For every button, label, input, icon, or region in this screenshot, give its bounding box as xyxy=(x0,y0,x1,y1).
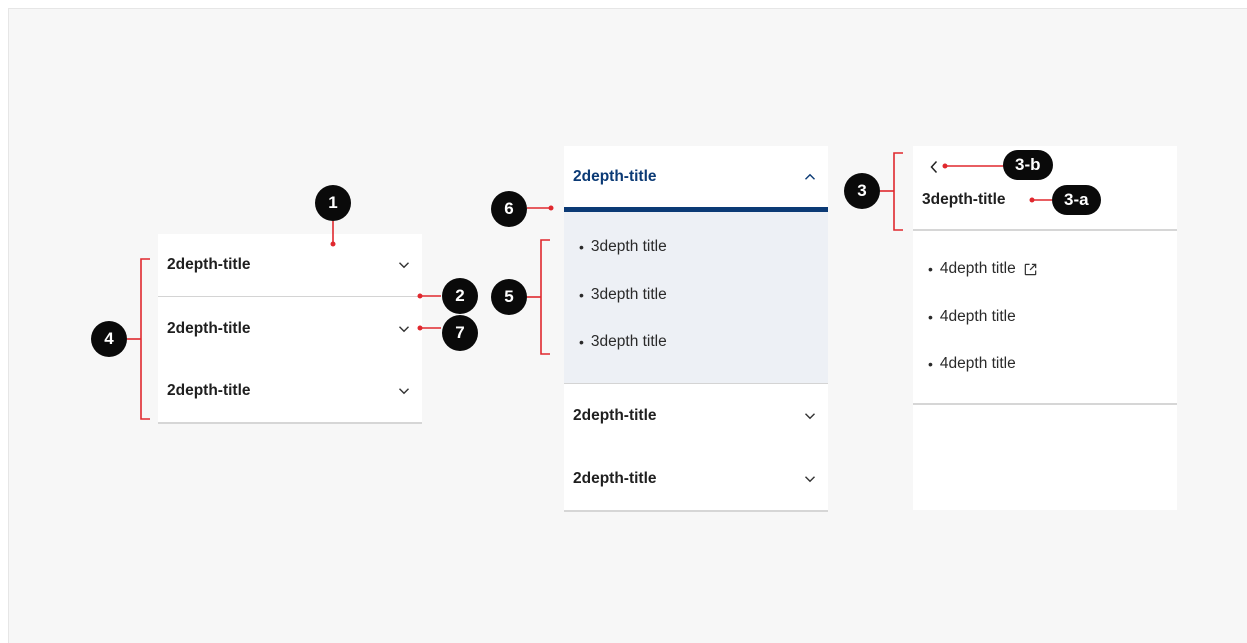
panel-bottom-divider xyxy=(564,510,828,512)
list-bottom-divider xyxy=(913,403,1177,405)
accordion-item[interactable]: 2depth-title xyxy=(158,234,422,296)
accordion-item-title: 2depth-title xyxy=(573,406,657,424)
sub-menu-item-label: 3depth title xyxy=(590,333,667,350)
bullet: • xyxy=(579,334,584,350)
bullet: • xyxy=(928,309,933,325)
callout-badge-2: 2 xyxy=(442,278,478,314)
callout-badge-7: 7 xyxy=(442,315,478,351)
callout-badge-5: 5 xyxy=(491,279,527,315)
accordion-item-title-active: 2depth-title xyxy=(573,168,657,185)
sub-menu-item-label: 4depth title xyxy=(939,308,1016,325)
bullet: • xyxy=(928,356,933,372)
sub-menu-item-label: 3depth title xyxy=(590,238,667,255)
drilldown-title: 3depth-title xyxy=(922,191,1006,208)
sub-menu-item[interactable]: • 4depth title xyxy=(928,355,1016,373)
sub-menu-item[interactable]: • 3depth title xyxy=(579,286,667,304)
callout-badge-6: 6 xyxy=(491,191,527,227)
sub-menu-item[interactable]: • 3depth title xyxy=(579,238,667,256)
accordion-item-title: 2depth-title xyxy=(167,256,251,273)
accordion-item-title: 2depth-title xyxy=(167,382,251,399)
bullet: • xyxy=(579,239,584,255)
callout-badge-3b: 3-b xyxy=(1003,150,1053,180)
accordion-collapsed: 2depth-title 2depth-title 2depth-title xyxy=(158,234,422,424)
sub-menu-item-label: 4depth title xyxy=(939,355,1016,372)
callout-badge-1: 1 xyxy=(315,185,351,221)
accordion-item[interactable]: 2depth-title xyxy=(564,384,828,447)
header-divider xyxy=(913,229,1177,231)
accordion-item[interactable]: 2depth-title xyxy=(158,360,422,422)
chevron-down-icon xyxy=(399,388,409,395)
chevron-down-icon xyxy=(805,475,815,482)
accordion-item[interactable]: 2depth-title xyxy=(158,297,422,360)
chevron-down-icon xyxy=(805,412,815,419)
sub-menu-item[interactable]: • 4depth title xyxy=(928,260,1038,278)
chevron-up-icon xyxy=(805,173,815,180)
sub-menu-item[interactable]: • 3depth title xyxy=(579,333,667,351)
chevron-down-icon xyxy=(399,262,409,269)
accordion-item-active[interactable]: 2depth-title xyxy=(564,146,828,208)
panel-bottom-divider xyxy=(158,422,422,424)
sub-menu: • 3depth title • 3depth title • 3depth t… xyxy=(564,212,828,383)
bullet: • xyxy=(579,287,584,303)
sub-menu-item-label: 3depth title xyxy=(590,286,667,303)
external-link-icon xyxy=(1024,263,1037,275)
accordion-expanded: 2depth-title • 3depth title • 3depth tit… xyxy=(564,146,828,512)
bullet: • xyxy=(928,261,933,277)
sub-menu-item[interactable]: • 4depth title xyxy=(928,308,1016,326)
accordion-item-title: 2depth-title xyxy=(573,469,657,487)
callout-badge-3a: 3-a xyxy=(1052,185,1101,215)
callout-badge-4: 4 xyxy=(91,321,127,357)
drilldown-panel: 3depth-title • 4depth title • 4depth tit… xyxy=(913,146,1177,510)
accordion-item-title: 2depth-title xyxy=(167,319,251,337)
chevron-left-icon[interactable] xyxy=(928,159,940,175)
sub-menu-item-label: 4depth title xyxy=(939,260,1016,277)
callout-badge-3: 3 xyxy=(844,173,880,209)
accordion-item[interactable]: 2depth-title xyxy=(564,447,828,510)
chevron-down-icon xyxy=(399,325,409,332)
